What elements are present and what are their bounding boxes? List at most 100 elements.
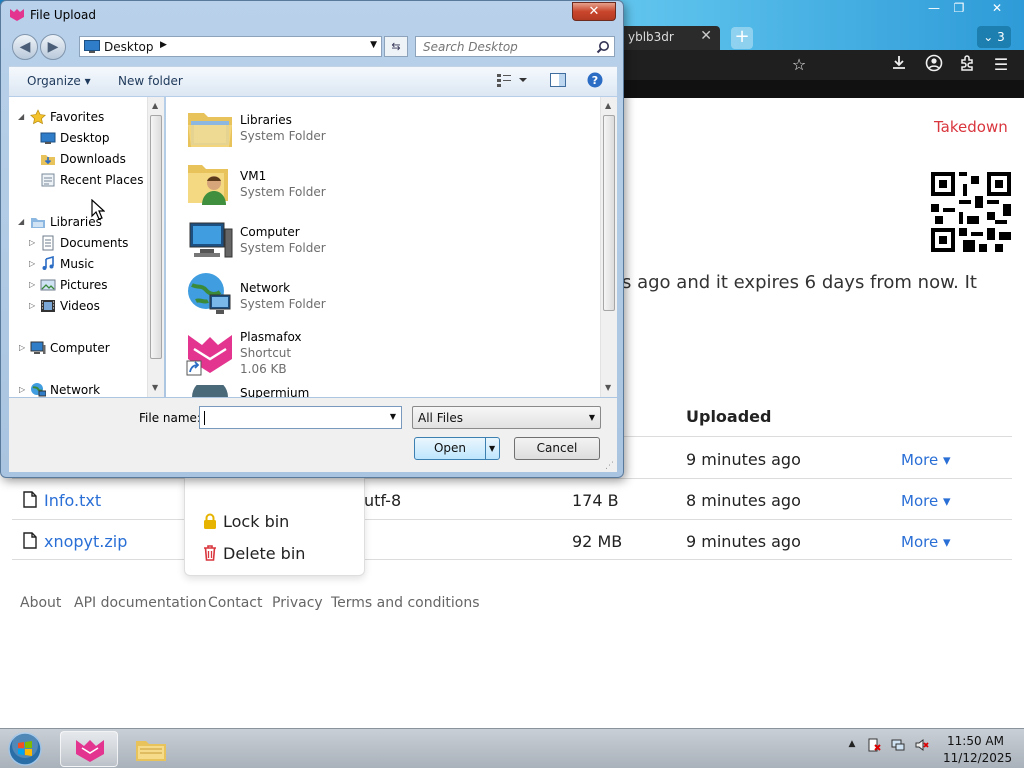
footer-contact[interactable]: Contact [208,595,262,611]
refresh-button[interactable]: ⇆ [384,36,408,57]
scroll-down-icon[interactable]: ▼ [605,383,611,392]
clock-date[interactable]: 11/12/2025 [943,751,1012,765]
delete-bin-item[interactable]: Delete bin [203,544,305,563]
preview-pane-icon[interactable] [550,73,566,90]
tree-item-music[interactable]: Music [42,256,94,271]
taskbar-explorer-button[interactable] [122,731,180,767]
tray-overflow-icon[interactable]: ▲ [844,739,860,755]
recent-places-icon [41,173,55,187]
clock-time[interactable]: 11:50 AM [947,734,1004,748]
chevron-down-icon[interactable]: ▼ [589,413,595,422]
expand-arrow-icon[interactable]: ▷ [29,259,35,268]
start-button[interactable] [6,731,44,767]
delete-bin-label: Delete bin [223,544,306,563]
more-button[interactable]: More ▾ [901,451,951,469]
network-icon[interactable] [890,737,906,753]
download-icon[interactable] [888,54,910,76]
browser-tab[interactable]: yblb3dr ✕ [620,26,720,50]
expand-arrow-icon[interactable]: ▷ [29,238,35,247]
search-box[interactable] [415,36,615,57]
tree-item-pictures[interactable]: Pictures [40,278,108,292]
file-name-dropdown-icon[interactable]: ▼ [390,412,396,421]
footer-about[interactable]: About [20,595,61,611]
file-item-name: Network [240,281,291,295]
table-divider [12,519,1012,520]
scroll-up-icon[interactable]: ▲ [152,101,158,110]
menu-icon[interactable]: ☰ [990,54,1012,76]
dialog-title: File Upload [30,8,96,22]
file-link-xnopyt[interactable]: xnopyt.zip [44,532,127,551]
address-bar[interactable]: Desktop ▶ ▼ [79,36,382,57]
taskbar-browser-button[interactable] [60,731,118,767]
star-icon[interactable]: ☆ [788,54,810,76]
footer-api-docs[interactable]: API documentation [74,595,207,611]
action-center-icon[interactable] [866,737,882,753]
tree-item-documents[interactable]: Documents [42,235,128,251]
tab-close-icon[interactable]: ✕ [700,28,712,44]
more-button[interactable]: More ▾ [901,533,951,551]
takedown-link[interactable]: Takedown [934,118,1008,136]
address-location[interactable]: Desktop [104,40,154,54]
row-size: 174 B [572,491,619,510]
collapse-arrow-icon[interactable]: ◢ [18,112,24,121]
help-icon[interactable]: ? [587,72,603,91]
address-dropdown-icon[interactable]: ▼ [370,40,377,50]
scroll-down-icon[interactable]: ▼ [152,383,158,392]
file-type-filter[interactable]: All Files ▼ [412,406,601,429]
scroll-thumb[interactable] [603,115,615,311]
search-icon[interactable] [596,40,610,54]
back-button[interactable]: ◀ [12,34,38,60]
tree-item-computer[interactable]: Computer [30,341,110,355]
tree-item-network[interactable]: Network [31,383,100,397]
tree-item-desktop[interactable]: Desktop [40,131,110,145]
collapse-arrow-icon[interactable]: ◢ [18,217,24,226]
search-input[interactable] [416,37,586,56]
open-button-label: Open [433,441,467,455]
tree-item-downloads[interactable]: Downloads [41,152,126,166]
file-list-scrollbar[interactable]: ▲ ▼ [600,97,617,397]
expand-arrow-icon[interactable]: ▷ [19,343,25,352]
volume-muted-icon[interactable] [914,737,930,753]
scroll-up-icon[interactable]: ▲ [605,101,611,110]
navigation-pane: ◢ Favorites Desktop Downloads Recent Pla… [9,97,164,397]
forward-button[interactable]: ▶ [40,34,66,60]
file-type-filter-value: All Files [418,411,464,425]
tree-label: Recent Places [60,173,144,187]
dialog-close-button[interactable]: ✕ [572,2,616,21]
expand-arrow-icon[interactable]: ▷ [19,385,25,394]
expand-arrow-icon[interactable]: ▷ [29,280,35,289]
tree-item-favorites[interactable]: Favorites [30,109,104,125]
open-dropdown-icon[interactable]: ▼ [489,438,495,459]
tree-item-videos[interactable]: Videos [41,299,100,313]
lock-bin-item[interactable]: Lock bin [203,512,289,531]
more-button[interactable]: More ▾ [901,492,951,510]
desktop-icon [40,132,56,144]
extensions-icon[interactable] [956,54,978,76]
cancel-button[interactable]: Cancel [514,437,600,460]
open-button[interactable]: Open ▼ [414,437,500,460]
row-uploaded: 9 minutes ago [686,532,801,551]
window-minimize-button[interactable]: — [920,0,948,18]
file-item-type: System Folder [240,297,326,311]
new-folder-button[interactable]: New folder [118,74,183,88]
window-close-button[interactable]: ✕ [983,0,1011,18]
file-name-input[interactable] [200,407,380,428]
breadcrumb-arrow-icon[interactable]: ▶ [160,40,167,50]
footer-privacy[interactable]: Privacy [272,595,323,611]
view-options-icon[interactable] [497,73,529,90]
tab-count-badge[interactable]: ⌄ 3 [977,26,1011,48]
window-maximize-button[interactable]: ❐ [945,0,973,18]
account-icon[interactable] [923,54,945,76]
footer-terms[interactable]: Terms and conditions [331,595,480,611]
scroll-thumb[interactable] [150,115,162,359]
file-name-label: File name: [139,411,201,425]
file-link-info[interactable]: Info.txt [44,491,101,510]
tree-item-recent-places[interactable]: Recent Places [41,173,144,187]
desktop-icon [84,40,100,53]
nav-pane-scrollbar[interactable]: ▲ ▼ [147,97,164,397]
expand-arrow-icon[interactable]: ▷ [29,301,35,310]
new-tab-button[interactable]: + [731,27,753,49]
file-name-field[interactable]: ▼ [199,406,402,429]
resize-grip-icon[interactable]: ⋰ [605,461,614,471]
organize-button[interactable]: Organize ▾ [27,74,91,88]
